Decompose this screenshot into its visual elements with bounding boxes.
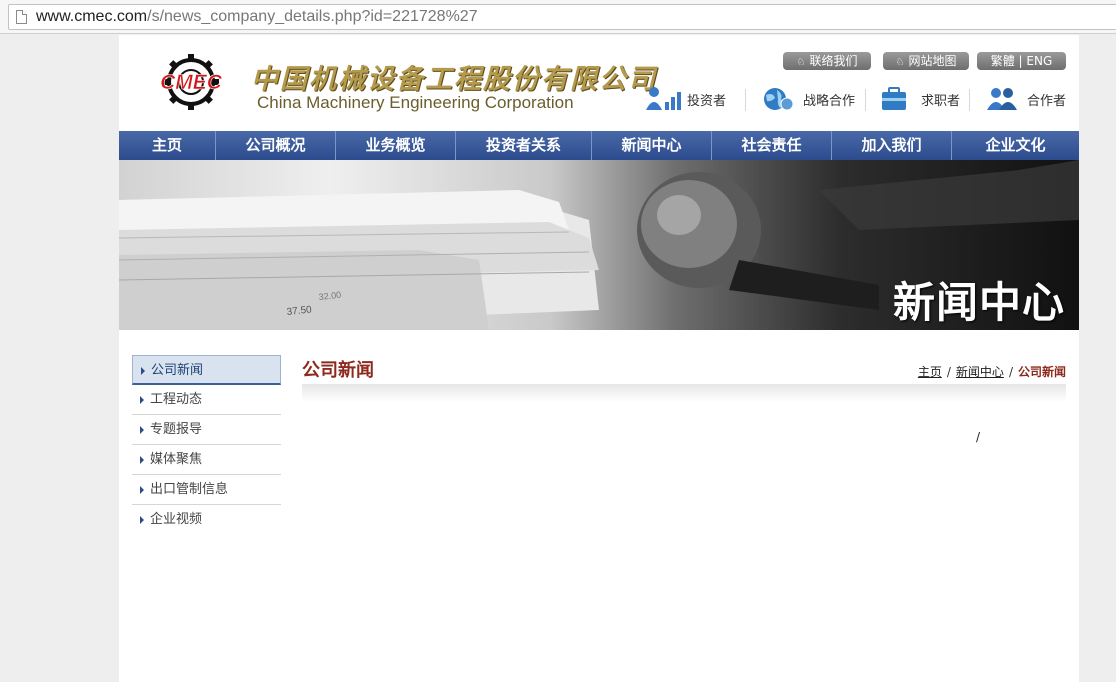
people-icon: ♘ — [895, 57, 905, 68]
arrow-right-icon — [140, 456, 144, 464]
sidebar-item-label: 公司新闻 — [151, 363, 204, 378]
briefcase-icon — [879, 86, 915, 112]
breadcrumb-home-link[interactable]: 主页 — [918, 365, 942, 379]
sidebar-item-label: 媒体聚焦 — [150, 452, 203, 467]
sidebar-item-project-updates[interactable]: 工程动态 — [132, 385, 281, 415]
cmec-logo[interactable]: CMEC — [141, 53, 241, 111]
page-title: 公司新闻 — [302, 360, 374, 381]
quick-link-divider — [969, 89, 970, 111]
sitemap-button[interactable]: ♘ 网站地图 — [883, 52, 969, 70]
brand-name-cn: 中国机械设备工程股份有限公司 — [251, 64, 657, 95]
nav-item-news-center[interactable]: 新闻中心 — [592, 131, 712, 160]
sidebar-item-label: 工程动态 — [150, 392, 203, 407]
partners-icon — [985, 86, 1021, 112]
sidebar-item-media-focus[interactable]: 媒体聚焦 — [132, 445, 281, 475]
logo-text: CMEC — [160, 71, 223, 94]
arrow-right-icon — [140, 426, 144, 434]
breadcrumb: 主页 / 新闻中心 / 公司新闻 — [918, 363, 1066, 380]
investor-link[interactable]: 投资者 — [645, 85, 726, 113]
strategic-cooperation-link[interactable]: 战略合作 — [761, 85, 855, 113]
quick-link-divider — [865, 89, 866, 111]
url-text[interactable]: www.cmec.com/s/news_company_details.php?… — [36, 8, 478, 26]
sidebar-item-corporate-videos[interactable]: 企业视频 — [132, 505, 281, 535]
breadcrumb-separator: / — [946, 365, 951, 379]
nav-item-investor-relations[interactable]: 投资者关系 — [456, 131, 592, 160]
investor-icon — [645, 86, 681, 112]
brand-name-en: China Machinery Engineering Corporation — [257, 93, 574, 112]
url-field[interactable]: www.cmec.com/s/news_company_details.php?… — [8, 4, 1116, 30]
nav-item-company-overview[interactable]: 公司概况 — [216, 131, 336, 160]
arrow-right-icon — [140, 396, 144, 404]
browser-address-bar: www.cmec.com/s/news_company_details.php?… — [0, 0, 1116, 34]
people-icon: ♘ — [796, 57, 806, 68]
arrow-right-icon — [141, 367, 145, 375]
arrow-right-icon — [140, 486, 144, 494]
sidebar-item-company-news[interactable]: 公司新闻 — [132, 355, 281, 385]
news-banner: 37.50 32.00 新闻中心 — [119, 160, 1079, 330]
banner-title: 新闻中心 — [892, 278, 1065, 327]
nav-item-business-overview[interactable]: 业务概览 — [336, 131, 456, 160]
breadcrumb-separator: / — [1008, 365, 1013, 379]
sidebar-item-label: 企业视频 — [150, 512, 203, 527]
arrow-right-icon — [140, 516, 144, 524]
sidebar-item-special-reports[interactable]: 专题报导 — [132, 415, 281, 445]
sidebar-item-export-control[interactable]: 出口管制信息 — [132, 475, 281, 505]
nav-item-social-responsibility[interactable]: 社会责任 — [712, 131, 832, 160]
sitemap-label: 网站地图 — [908, 54, 957, 68]
nav-item-join-us[interactable]: 加入我们 — [832, 131, 952, 160]
sidebar-item-label: 出口管制信息 — [150, 482, 229, 497]
nav-item-corporate-culture[interactable]: 企业文化 — [952, 131, 1079, 160]
investor-label: 投资者 — [687, 93, 727, 109]
job-seekers-label: 求职者 — [921, 93, 961, 109]
contact-us-button[interactable]: ♘ 联络我们 — [783, 52, 871, 70]
page-container: CMEC 中国机械设备工程股份有限公司 China Machinery Engi… — [119, 35, 1079, 682]
breadcrumb-current: 公司新闻 — [1017, 365, 1066, 379]
page-icon — [16, 10, 27, 24]
contact-us-label: 联络我们 — [809, 54, 858, 68]
url-path: /s/news_company_details.php?id=221728%27 — [147, 8, 478, 25]
quick-link-divider — [745, 89, 746, 111]
partners-label: 合作者 — [1027, 93, 1067, 109]
job-seekers-link[interactable]: 求职者 — [879, 85, 960, 113]
sidebar-item-label: 专题报导 — [150, 422, 203, 437]
breadcrumb-news-center-link[interactable]: 新闻中心 — [956, 365, 1004, 379]
main-nav: 主页 公司概况 业务概览 投资者关系 新闻中心 社会责任 加入我们 企业文化 — [119, 131, 1079, 160]
strategic-cooperation-label: 战略合作 — [803, 93, 856, 109]
nav-item-home[interactable]: 主页 — [119, 131, 216, 160]
partners-link[interactable]: 合作者 — [985, 85, 1066, 113]
content-header-divider — [302, 384, 1066, 402]
gear-logo-icon: CMEC — [160, 54, 223, 110]
globe-icon — [761, 86, 797, 112]
article-body: / — [976, 430, 981, 444]
language-button[interactable]: 繁體 | ENG — [977, 52, 1066, 70]
url-host: www.cmec.com — [36, 8, 148, 25]
sidebar-menu: 公司新闻 工程动态 专题报导 媒体聚焦 出口管制信息 企业视频 — [132, 355, 281, 535]
